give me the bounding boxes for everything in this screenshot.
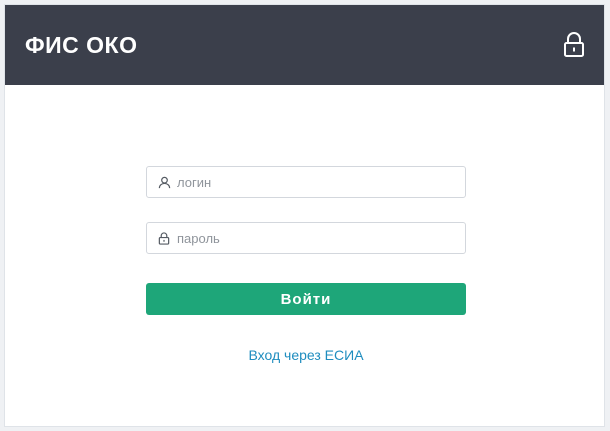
app-header: ФИС ОКО bbox=[5, 5, 604, 85]
user-icon bbox=[157, 175, 171, 189]
login-input[interactable] bbox=[177, 167, 465, 197]
login-card: ФИС ОКО логин Войти Вход через ЕСИА bbox=[4, 4, 605, 427]
password-field[interactable] bbox=[146, 222, 466, 254]
login-field[interactable] bbox=[146, 166, 466, 198]
app-title: ФИС ОКО bbox=[25, 31, 138, 58]
esia-login-link[interactable]: Вход через ЕСИА bbox=[146, 347, 466, 363]
lock-icon bbox=[157, 231, 171, 245]
login-form: Войти Вход через ЕСИА bbox=[5, 85, 604, 426]
login-button[interactable]: Войти bbox=[146, 283, 466, 315]
password-input[interactable] bbox=[177, 223, 465, 253]
lock-icon[interactable] bbox=[561, 30, 587, 60]
